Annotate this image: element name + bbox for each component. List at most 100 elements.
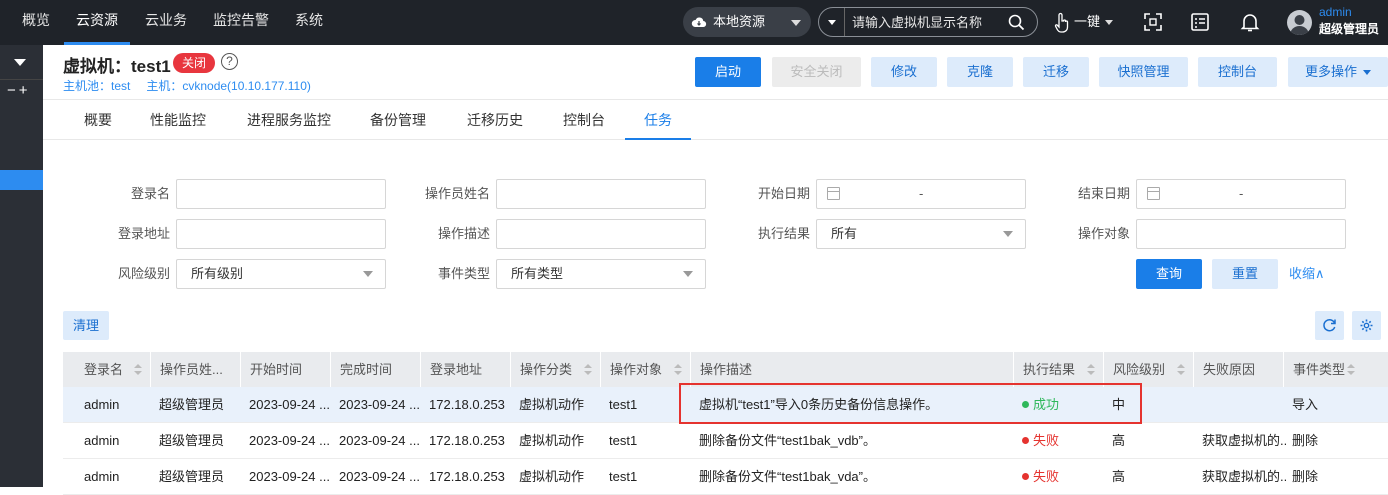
cell-operator: 超级管理员 <box>159 469 225 484</box>
more-actions-button[interactable]: 更多操作 <box>1288 57 1388 87</box>
search-type-dropdown[interactable] <box>819 8 845 36</box>
sort-icon[interactable] <box>674 364 682 375</box>
col-fail-reason[interactable]: 失败原因 <box>1193 352 1283 387</box>
migrate-button[interactable]: 迁移 <box>1023 57 1089 87</box>
login-name-input[interactable] <box>177 180 385 208</box>
host-link[interactable]: 主机：cvknode(10.10.177.110) <box>146 79 311 93</box>
host-pool-link[interactable]: 主机池：test <box>63 79 130 93</box>
cell-target: test1 <box>609 469 638 484</box>
tab-tasks[interactable]: 任务 <box>625 100 691 140</box>
gear-icon <box>1360 319 1373 332</box>
table-header: 登录名 操作员姓... 开始时间 完成时间 登录地址 操作分类 操作对象 操作描… <box>63 352 1388 387</box>
collapse-filters-link[interactable]: 收缩∧ <box>1289 259 1325 289</box>
chevron-down-icon <box>683 271 693 277</box>
cell-start: 2023-09-24 ... <box>249 433 330 448</box>
end-date-label: 结束日期 <box>1077 186 1130 201</box>
start-date-range[interactable]: - <box>816 179 1026 209</box>
col-op-desc[interactable]: 操作描述 <box>690 352 1013 387</box>
refresh-button[interactable] <box>1315 311 1344 340</box>
start-button[interactable]: 启动 <box>695 57 761 87</box>
col-risk-level[interactable]: 风险级别 <box>1103 352 1193 387</box>
fullscreen-icon[interactable] <box>1141 10 1165 34</box>
event-type-select[interactable]: 所有类型 <box>496 259 706 289</box>
resource-scope-select[interactable]: 本地资源 <box>683 7 811 37</box>
tab-summary[interactable]: 概要 <box>84 100 112 140</box>
exec-result-select[interactable]: 所有 <box>816 219 1026 249</box>
one-key-menu[interactable]: 一键 <box>1054 7 1114 37</box>
user-role: 超级管理员 <box>1319 22 1380 36</box>
col-login-name[interactable]: 登录名 <box>63 352 150 387</box>
status-badge: 关闭 <box>173 53 216 73</box>
login-addr-input[interactable] <box>177 220 385 248</box>
col-op-category[interactable]: 操作分类 <box>510 352 600 387</box>
result-text: 失败 <box>1033 469 1060 484</box>
sort-icon[interactable] <box>1087 364 1095 375</box>
nav-system[interactable]: 系统 <box>295 0 323 45</box>
tab-process-service[interactable]: 进程服务监控 <box>247 100 331 140</box>
clear-button[interactable]: 清理 <box>63 311 109 340</box>
operator-name-input[interactable] <box>497 180 705 208</box>
query-button[interactable]: 查询 <box>1136 259 1202 289</box>
tab-migration-history[interactable]: 迁移历史 <box>467 100 523 140</box>
safe-shutdown-button[interactable]: 安全关闭 <box>772 57 861 87</box>
bell-icon[interactable] <box>1238 10 1262 34</box>
col-login-addr[interactable]: 登录地址 <box>420 352 510 387</box>
cell-end: 2023-09-24 ... <box>339 469 420 484</box>
op-desc-input[interactable] <box>497 220 705 248</box>
tab-console[interactable]: 控制台 <box>563 100 605 140</box>
operator-name-field[interactable] <box>496 179 706 209</box>
col-start-time-label: 开始时间 <box>250 362 303 377</box>
caret-down-icon <box>1105 20 1114 26</box>
clone-button[interactable]: 克隆 <box>947 57 1013 87</box>
modify-button[interactable]: 修改 <box>871 57 937 87</box>
tab-performance[interactable]: 性能监控 <box>150 100 206 140</box>
op-target-input[interactable] <box>1137 220 1345 248</box>
calendar-icon <box>1147 187 1160 200</box>
col-event-type[interactable]: 事件类型 <box>1283 352 1363 387</box>
col-operator-name-label: 操作员姓... <box>160 362 223 377</box>
vm-search-input[interactable] <box>852 12 1002 32</box>
cell-target: test1 <box>609 397 638 412</box>
col-operator-name[interactable]: 操作员姓... <box>150 352 240 387</box>
op-desc-field[interactable] <box>496 219 706 249</box>
op-target-field[interactable] <box>1136 219 1346 249</box>
nav-cloud-business[interactable]: 云业务 <box>145 0 187 45</box>
table-row[interactable]: admin 超级管理员 2023-09-24 ... 2023-09-24 ..… <box>63 423 1388 459</box>
sort-icon[interactable] <box>1347 364 1355 375</box>
col-op-target[interactable]: 操作对象 <box>600 352 690 387</box>
date-separator: - <box>1239 186 1244 201</box>
col-end-time[interactable]: 完成时间 <box>330 352 420 387</box>
cell-desc: 删除备份文件“test1bak_vdb”。 <box>699 433 876 448</box>
nav-cloud-resources[interactable]: 云资源 <box>64 0 130 45</box>
sidebar-active-item[interactable] <box>0 170 43 190</box>
event-type-value: 所有类型 <box>511 266 564 281</box>
tab-backup[interactable]: 备份管理 <box>370 100 426 140</box>
search-icon[interactable] <box>1008 14 1025 31</box>
risk-level-select[interactable]: 所有级别 <box>176 259 386 289</box>
nav-overview[interactable]: 概览 <box>22 0 50 45</box>
end-date-range[interactable]: - <box>1136 179 1346 209</box>
sort-icon[interactable] <box>1177 364 1185 375</box>
console-button[interactable]: 控制台 <box>1198 57 1277 87</box>
caret-down-icon[interactable] <box>14 59 26 66</box>
caret-down-icon <box>1363 70 1371 76</box>
user-name[interactable]: admin <box>1319 5 1352 19</box>
col-start-time[interactable]: 开始时间 <box>240 352 330 387</box>
avatar[interactable] <box>1287 10 1312 35</box>
reset-button[interactable]: 重置 <box>1212 259 1278 289</box>
table-row[interactable]: admin 超级管理员 2023-09-24 ... 2023-09-24 ..… <box>63 459 1388 495</box>
collapse-expand-toggle[interactable]: −+ <box>7 82 31 99</box>
help-icon[interactable]: ? <box>221 53 238 70</box>
nav-monitoring-alerts[interactable]: 监控告警 <box>213 0 269 45</box>
exec-result-value: 所有 <box>831 226 858 241</box>
snapshot-manage-button[interactable]: 快照管理 <box>1099 57 1188 87</box>
login-name-field[interactable] <box>176 179 386 209</box>
task-list-icon[interactable] <box>1188 10 1212 34</box>
col-exec-result[interactable]: 执行结果 <box>1013 352 1103 387</box>
login-addr-field[interactable] <box>176 219 386 249</box>
sort-icon[interactable] <box>134 364 142 375</box>
sort-icon[interactable] <box>584 364 592 375</box>
column-settings-button[interactable] <box>1352 311 1381 340</box>
col-end-time-label: 完成时间 <box>340 362 393 377</box>
vm-search <box>818 7 1038 37</box>
